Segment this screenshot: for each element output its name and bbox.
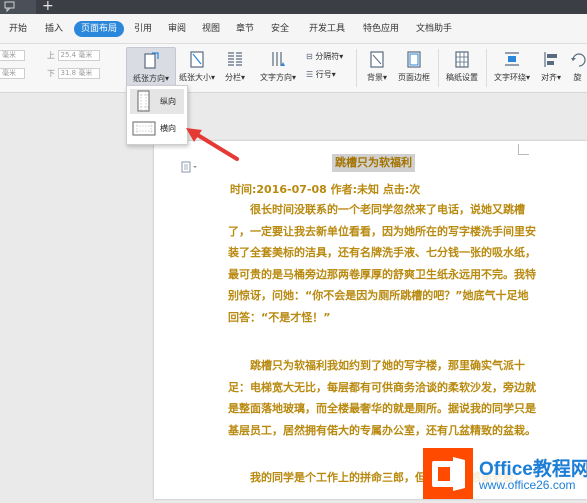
text-line: 了，一定要让我去新单位看看，因为她所在的写字楼洗手间里安 <box>228 224 536 238</box>
title-bar: + <box>0 0 587 14</box>
watermark-brand: Office教程网 <box>479 459 587 480</box>
office-logo-icon <box>423 448 473 499</box>
chevron-down-icon: ▾ <box>525 73 530 82</box>
grid-setting-label: 稿纸设置 <box>446 73 478 82</box>
menu-bar: 开始 插入 页面布局 引用 审阅 视图 章节 安全 开发工具 特色应用 文档助手 <box>0 14 587 44</box>
align-label: 对齐 <box>540 73 557 82</box>
separator-button[interactable]: ⊟ 分隔符▾ <box>306 51 343 62</box>
portrait-option[interactable]: 纵向 <box>130 89 184 114</box>
margin-bottom-label: 下 <box>47 69 55 78</box>
portrait-icon <box>137 90 150 112</box>
columns-button[interactable]: 分栏▾ <box>222 47 248 85</box>
chevron-down-icon: ▾ <box>164 74 169 83</box>
page-border-label: 页面边框 <box>398 73 430 82</box>
margin-top-field[interactable]: 上 25.4 毫米 <box>47 50 100 61</box>
background-icon <box>370 51 384 68</box>
arrow-annotation <box>186 128 239 161</box>
page-border-button[interactable]: 页面边框 <box>395 47 433 85</box>
menu-page-layout[interactable]: 页面布局 <box>74 21 125 37</box>
orientation-icon <box>144 52 159 69</box>
line-numbers-button[interactable]: ☰ 行号▾ <box>306 69 336 80</box>
page-border-icon <box>407 51 421 68</box>
orientation-label: 纸张方向 <box>132 74 165 83</box>
menu-review[interactable]: 审阅 <box>168 21 186 37</box>
chevron-down-icon: ▾ <box>556 73 561 82</box>
line-numbers-icon: ☰ <box>306 70 314 79</box>
landscape-label: 横向 <box>160 124 176 133</box>
menu-features[interactable]: 特色应用 <box>363 21 399 37</box>
separator-icon: ⊟ <box>306 52 313 61</box>
landscape-icon <box>132 121 156 136</box>
chevron-down-icon: ▾ <box>210 73 215 82</box>
text-wrap-label: 文字环绕 <box>493 73 526 82</box>
new-tab-icon[interactable]: + <box>42 0 54 14</box>
paragraph-1: 很长时间没联系的一个老同学忽然来了电话，说她又跳槽 了，一定要让我去新单位看看，… <box>228 199 536 328</box>
document-title: 跳槽只为软福利 <box>332 154 415 172</box>
align-icon <box>544 52 557 67</box>
document-meta: 时间:2016-07-08 作者:未知 点击:次 <box>230 183 421 196</box>
text-direction-label: 文字方向 <box>259 73 292 82</box>
menu-start[interactable]: 开始 <box>9 21 27 37</box>
chevron-down-icon: ▾ <box>331 70 336 79</box>
rotate-label: 旋 <box>573 73 582 82</box>
ribbon-toolbar: 毫米 毫米 上 25.4 毫米 下 31.8 毫米 纸张方向▾ 纸张大小▾ 分栏… <box>0 44 587 93</box>
paragraph-2: 跳槽只为软福利我如约到了她的写字楼，那里确实气派十 足：电梯宽大无比，每层都有可… <box>228 355 536 441</box>
menu-references[interactable]: 引用 <box>134 21 152 37</box>
margin-bottom-field[interactable]: 下 31.8 毫米 <box>47 68 100 79</box>
paper-size-label: 纸张大小 <box>178 73 211 82</box>
chevron-down-icon: ▾ <box>382 73 387 82</box>
text-direction-button[interactable]: 文字方向▾ <box>255 47 301 85</box>
columns-icon <box>228 52 242 66</box>
text-wrap-icon <box>505 52 519 66</box>
text-wrap-button[interactable]: 文字环绕▾ <box>491 47 533 85</box>
watermark-url: www.office26.com <box>479 478 576 492</box>
text-line: 装了全套美标的洁具，还有名牌洗手液、七分钱一张的吸水纸， <box>228 246 536 259</box>
menu-view[interactable]: 视图 <box>202 21 220 37</box>
text-line: 很长时间没联系的一个老同学忽然来了电话，说她又跳槽 <box>250 203 525 216</box>
watermark-logo: Office教程网 www.office26.com <box>423 448 587 499</box>
rotate-button[interactable]: 旋 <box>568 47 587 85</box>
grid-paper-icon <box>455 51 469 68</box>
menu-insert[interactable]: 插入 <box>45 21 63 37</box>
text-line: 别惊讶，问她：“你不会是因为厕所跳槽的吧？”她底气十足地 <box>228 289 529 302</box>
text-line: 足：电梯宽大无比，每层都有可供商务洽谈的柔软沙发，旁边就 <box>228 380 536 394</box>
background-button[interactable]: 背景▾ <box>362 47 392 85</box>
chevron-down-icon: ▾ <box>291 73 296 82</box>
text-line: 基层员工，居然拥有偌大的专属办公室，还有几盆精致的盆栽。 <box>228 423 536 437</box>
text-line: 是整面落地玻璃，而全楼最奢华的就是厕所。据说我的同学只是 <box>228 402 536 415</box>
orientation-dropdown: 纵向 横向 <box>126 85 188 145</box>
text-line: 跳槽只为软福利我如约到了她的写字楼，那里确实气派十 <box>250 359 525 372</box>
columns-label: 分栏 <box>224 73 241 82</box>
landscape-option[interactable]: 横向 <box>130 116 184 141</box>
menu-doc-assistant[interactable]: 文档助手 <box>416 21 452 37</box>
paper-size-button[interactable]: 纸张大小▾ <box>177 47 217 85</box>
separator-label: 分隔符 <box>315 52 340 61</box>
text-direction-icon <box>272 52 285 66</box>
text-line: 最可贵的是马桶旁边那两卷厚厚的舒爽卫生纸永远用不完。我特 <box>228 267 536 281</box>
margin-top-label: 上 <box>47 51 55 60</box>
rotate-icon <box>570 53 586 67</box>
chevron-down-icon: ▾ <box>240 73 245 82</box>
background-label: 背景 <box>366 73 383 82</box>
paper-size-icon <box>190 51 204 68</box>
portrait-label: 纵向 <box>160 97 176 106</box>
line-numbers-label: 行号 <box>315 70 332 79</box>
text-line: 回答：“不是才怪！” <box>228 310 331 324</box>
menu-developer[interactable]: 开发工具 <box>309 21 345 37</box>
chevron-down-icon: ▾ <box>339 52 344 61</box>
margin-left-field[interactable]: 毫米 <box>0 50 25 61</box>
menu-security[interactable]: 安全 <box>271 21 289 37</box>
align-button[interactable]: 对齐▾ <box>537 47 565 85</box>
grid-setting-button[interactable]: 稿纸设置 <box>444 47 480 85</box>
chat-icon <box>4 1 16 13</box>
menu-chapter[interactable]: 章节 <box>236 21 254 37</box>
orientation-button[interactable]: 纸张方向▾ <box>126 47 176 87</box>
margin-right-field[interactable]: 毫米 <box>0 68 25 79</box>
